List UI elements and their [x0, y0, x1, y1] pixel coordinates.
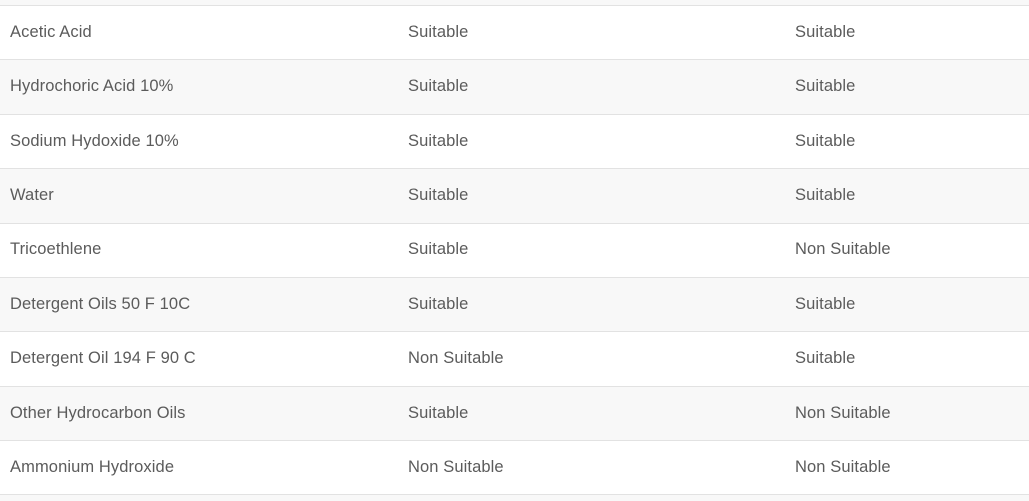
cell-rating-1: Suitable	[394, 276, 773, 332]
chemical-compatibility-table: Acetic Acid Suitable Suitable Hydrochoric A…	[0, 0, 1029, 496]
cell-rating-1: Suitable	[394, 113, 773, 169]
cell-media: Detergent Oils 50 F 10C	[0, 276, 394, 332]
cell-rating-1: Suitable	[394, 4, 773, 60]
cell-rating-1: Suitable	[394, 59, 773, 115]
table-row[interactable]: Tricoethlene Suitable Non Suitable	[0, 222, 1029, 278]
table-row[interactable]: Other Hydrocarbon Oils Suitable Non Suitab…	[0, 385, 1029, 441]
table-body: Acetic Acid Suitable Suitable Hydrochoric A…	[0, 0, 1029, 496]
cell-rating-1: Suitable	[394, 168, 773, 224]
table-row[interactable]: Ammonium Hydroxide Non Suitable Non Suitab…	[0, 440, 1029, 496]
table-row[interactable]: Acetic Acid Suitable Suitable	[0, 4, 1029, 60]
table-viewport: Acetic Acid Suitable Suitable Hydrochoric A…	[0, 0, 1029, 501]
cell-rating-1: Suitable	[394, 385, 773, 441]
cell-media: Water	[0, 168, 394, 224]
cell-rating-2: Suitable	[773, 168, 1029, 224]
next-row-sliver-fill	[0, 494, 1029, 501]
table-row[interactable]: Water Suitable Suitable	[0, 168, 1029, 224]
table-row[interactable]: Sodium Hydoxide 10% Suitable Suitable	[0, 113, 1029, 169]
cell-media: Other Hydrocarbon Oils	[0, 385, 394, 441]
cell-rating-2: Suitable	[773, 113, 1029, 169]
cell-media: Detergent Oil 194 F 90 C	[0, 331, 394, 387]
cell-rating-1: Suitable	[394, 222, 773, 278]
cell-rating-2: Suitable	[773, 4, 1029, 60]
cell-media: Sodium Hydoxide 10%	[0, 113, 394, 169]
next-row-sliver	[0, 494, 1029, 501]
cell-media: Tricoethlene	[0, 222, 394, 278]
cell-rating-2: Suitable	[773, 59, 1029, 115]
table-row[interactable]: Detergent Oil 194 F 90 C Non Suitable Suit…	[0, 331, 1029, 387]
table-scroll-region[interactable]: Acetic Acid Suitable Suitable Hydrochoric A…	[0, 0, 1029, 496]
cell-rating-1: Non Suitable	[394, 440, 773, 496]
cell-media: Ammonium Hydroxide	[0, 440, 394, 496]
cell-rating-2: Suitable	[773, 331, 1029, 387]
cell-media: Hydrochoric Acid 10%	[0, 59, 394, 115]
table-row[interactable]: Hydrochoric Acid 10% Suitable Suitable	[0, 59, 1029, 115]
table-row[interactable]: Detergent Oils 50 F 10C Suitable Suitable	[0, 276, 1029, 332]
cell-rating-2: Non Suitable	[773, 222, 1029, 278]
cell-media: Acetic Acid	[0, 4, 394, 60]
cell-rating-2: Non Suitable	[773, 385, 1029, 441]
cell-rating-2: Suitable	[773, 276, 1029, 332]
cell-rating-2: Non Suitable	[773, 440, 1029, 496]
cell-rating-1: Non Suitable	[394, 331, 773, 387]
